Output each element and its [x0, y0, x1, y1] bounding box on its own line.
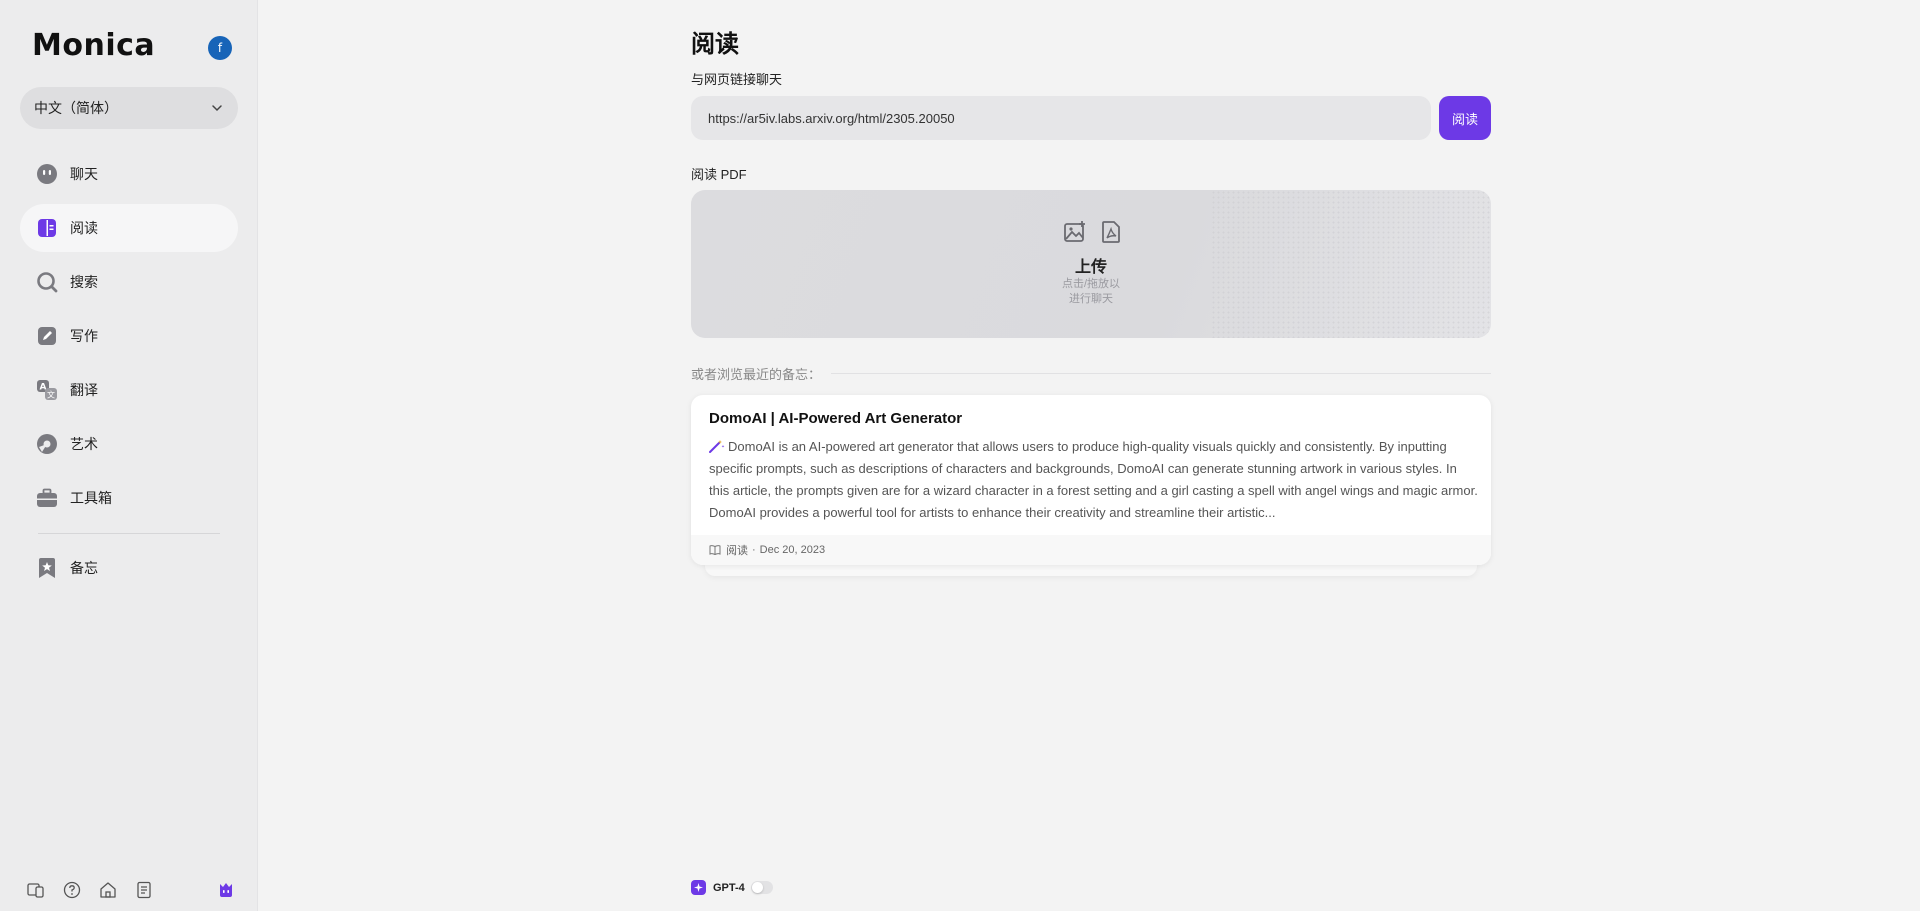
model-toggle[interactable] — [750, 881, 773, 894]
upload-hint-line1: 点击/拖放以 — [1061, 278, 1121, 290]
memo-card-date: Dec 20, 2023 — [759, 544, 826, 556]
notes-icon[interactable] — [134, 880, 154, 900]
upload-icons — [1063, 220, 1123, 244]
sidebar-nav: 聊天 阅读 搜索 写作 A文 翻译 艺术 工具箱 — [20, 150, 238, 528]
write-icon — [36, 325, 58, 347]
pdf-upload-dropzone[interactable]: 上传 点击/拖放以 进行聊天 — [691, 190, 1491, 338]
brand-logo: Monica — [32, 28, 156, 63]
sidebar-item-label: 艺术 — [70, 436, 98, 452]
toolbox-icon — [36, 487, 58, 509]
help-icon[interactable] — [62, 880, 82, 900]
sidebar-item-memo-wrap: 备忘 — [20, 544, 238, 598]
upload-hint: 点击/拖放以 进行聊天 — [1051, 277, 1131, 307]
monica-icon[interactable] — [216, 880, 236, 900]
recent-memos-label: 或者浏览最近的备忘： — [691, 367, 822, 382]
memo-card-summary: DomoAI is an AI-powered art generator th… — [709, 436, 1479, 524]
search-icon — [36, 271, 58, 293]
sidebar-item-memo[interactable]: 备忘 — [20, 544, 238, 592]
gpt-model-icon — [691, 880, 706, 895]
model-selector[interactable]: GPT-4 — [691, 880, 773, 895]
memo-icon — [36, 557, 58, 579]
art-icon — [36, 433, 58, 455]
sidebar-item-art[interactable]: 艺术 — [20, 420, 238, 468]
magic-wand-icon — [709, 440, 725, 453]
sidebar-item-search[interactable]: 搜索 — [20, 258, 238, 306]
page-title: 阅读 — [691, 31, 739, 58]
memo-card-type: 阅读 — [726, 545, 748, 557]
memo-card-title: DomoAI | AI-Powered Art Generator — [709, 410, 963, 427]
sidebar-divider — [38, 533, 220, 534]
sidebar-item-label: 搜索 — [70, 274, 98, 290]
sidebar-item-translate[interactable]: A文 翻译 — [20, 366, 238, 414]
read-button[interactable]: 阅读 — [1439, 96, 1491, 140]
devices-icon[interactable] — [26, 880, 46, 900]
upload-title: 上传 — [1074, 259, 1107, 276]
image-upload-icon — [1064, 221, 1085, 242]
memo-card-body-text: DomoAI is an AI-powered art generator th… — [709, 439, 1478, 520]
sidebar-item-toolbox[interactable]: 工具箱 — [20, 474, 238, 522]
model-name: GPT-4 — [713, 881, 745, 894]
recent-divider — [831, 373, 1491, 374]
url-input[interactable] — [691, 96, 1431, 140]
chat-bot-icon — [36, 163, 58, 185]
recent-memos-header: 或者浏览最近的备忘： — [691, 364, 1491, 383]
sidebar-bottom-toolbar — [26, 879, 236, 901]
sidebar-item-read[interactable]: 阅读 — [20, 204, 238, 252]
sidebar-item-label: 阅读 — [70, 220, 98, 236]
sidebar-item-label: 备忘 — [70, 560, 98, 576]
memo-card-footer: 阅读 · Dec 20, 2023 — [691, 535, 1491, 565]
read-icon — [36, 217, 58, 239]
memo-card[interactable]: DomoAI | AI-Powered Art Generator DomoAI… — [691, 395, 1491, 565]
svg-text:文: 文 — [47, 390, 55, 400]
sidebar-item-label: 写作 — [70, 328, 98, 344]
pdf-section-label: 阅读 PDF — [691, 167, 747, 182]
upload-hint-line2: 进行聊天 — [1069, 293, 1113, 305]
sidebar-item-write[interactable]: 写作 — [20, 312, 238, 360]
memo-card-separator: · — [752, 544, 756, 556]
url-section-label: 与网页链接聊天 — [691, 72, 783, 87]
toggle-knob — [751, 882, 763, 893]
sidebar: Monica f 中文（简体） 聊天 阅读 搜索 写作 A 文 翻译 艺术 工具… — [0, 0, 258, 911]
language-select[interactable]: 中文（简体） — [20, 87, 238, 129]
translate-icon: A文 — [36, 379, 58, 401]
book-icon — [709, 545, 721, 556]
sidebar-item-label: 翻译 — [70, 382, 98, 398]
home-icon[interactable] — [98, 880, 118, 900]
language-select-value: 中文（简体） — [34, 100, 118, 116]
sidebar-item-label: 聊天 — [70, 166, 98, 182]
chevron-down-icon — [212, 105, 222, 112]
pdf-file-icon — [1102, 221, 1120, 243]
sidebar-item-label: 工具箱 — [70, 490, 112, 506]
user-avatar[interactable]: f — [208, 36, 232, 60]
sidebar-item-chat[interactable]: 聊天 — [20, 150, 238, 198]
